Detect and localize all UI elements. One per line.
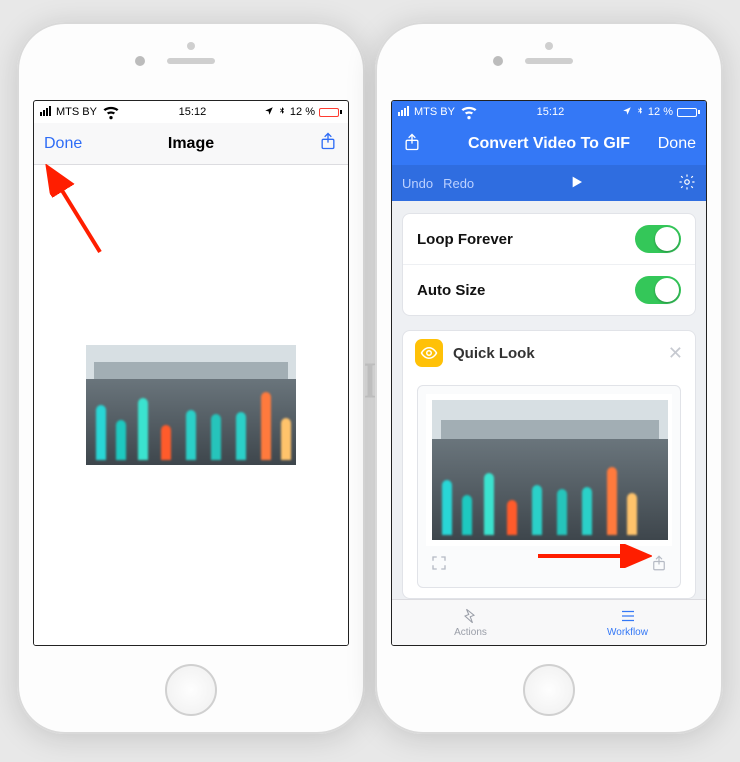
quick-look-title: Quick Look [453, 345, 658, 362]
close-button[interactable]: ✕ [668, 343, 683, 364]
phone-speaker [525, 58, 573, 64]
done-button[interactable]: Done [646, 135, 696, 153]
phone-right: MTS BY 15:12 12 % [375, 22, 723, 734]
screen-right: MTS BY 15:12 12 % [391, 100, 707, 646]
status-bar: MTS BY 15:12 12 % [34, 101, 348, 123]
tab-actions[interactable]: Actions [392, 600, 549, 645]
nav-bar: Convert Video To GIF Done [392, 123, 706, 165]
clock: 15:12 [537, 106, 565, 118]
battery-icon [319, 108, 342, 117]
wifi-icon [459, 101, 479, 124]
workflow-toolbar: Undo Redo [392, 165, 706, 201]
bluetooth-icon [636, 105, 644, 119]
tab-workflow[interactable]: Workflow [549, 600, 706, 645]
home-button[interactable] [165, 664, 217, 716]
image-viewer[interactable] [34, 165, 348, 645]
carrier-label: MTS BY [56, 106, 97, 118]
carrier-label: MTS BY [414, 106, 455, 118]
auto-size-row: Auto Size [403, 264, 695, 315]
signal-icon [40, 106, 52, 119]
battery-pct: 12 % [648, 106, 673, 118]
battery-pct: 12 % [290, 106, 315, 118]
done-button[interactable]: Done [44, 135, 94, 153]
status-bar: MTS BY 15:12 12 % [392, 101, 706, 123]
quick-look-share-button[interactable] [650, 554, 668, 577]
redo-button[interactable]: Redo [443, 176, 474, 191]
signal-icon [398, 106, 410, 119]
eye-icon [415, 339, 443, 367]
loop-forever-label: Loop Forever [417, 231, 513, 248]
clock: 15:12 [179, 106, 207, 118]
battery-icon [677, 108, 700, 117]
phone-left: MTS BY 15:12 12 % [17, 22, 365, 734]
quick-look-card: Quick Look ✕ [402, 330, 696, 599]
preview-image [86, 345, 296, 465]
bluetooth-icon [278, 105, 286, 119]
phone-camera [135, 56, 145, 66]
page-title: Convert Video To GIF [468, 135, 630, 153]
play-button[interactable] [568, 174, 584, 193]
location-icon [264, 106, 274, 119]
auto-size-toggle[interactable] [635, 276, 681, 304]
quick-look-image [432, 400, 668, 540]
loop-forever-row: Loop Forever [403, 214, 695, 264]
screen-left: MTS BY 15:12 12 % [33, 100, 349, 646]
annotation-arrow [534, 544, 654, 573]
settings-button[interactable] [678, 173, 696, 194]
wifi-icon [101, 101, 121, 124]
phone-speaker [167, 58, 215, 64]
share-button[interactable] [402, 132, 452, 157]
undo-button[interactable]: Undo [402, 176, 433, 191]
annotation-arrow [33, 157, 120, 272]
quick-look-frame [417, 385, 681, 588]
phone-sensor [545, 42, 553, 50]
location-icon [622, 106, 632, 119]
page-title: Image [168, 135, 214, 153]
share-button[interactable] [288, 131, 338, 156]
auto-size-label: Auto Size [417, 282, 485, 299]
expand-button[interactable] [430, 554, 448, 577]
phone-camera [493, 56, 503, 66]
gif-settings-card: Loop Forever Auto Size [402, 213, 696, 316]
home-button[interactable] [523, 664, 575, 716]
tab-bar: Actions Workflow [392, 599, 706, 645]
workflow-body[interactable]: Loop Forever Auto Size Quick Look [392, 201, 706, 599]
phone-sensor [187, 42, 195, 50]
loop-forever-toggle[interactable] [635, 225, 681, 253]
nav-bar: Done Image [34, 123, 348, 165]
